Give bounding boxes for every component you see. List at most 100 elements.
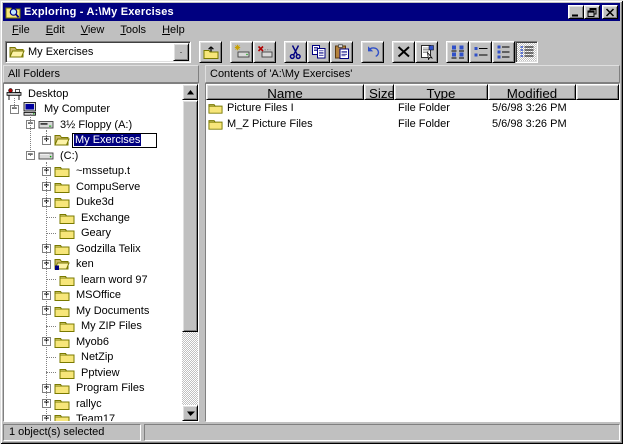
folder-open-icon <box>9 44 25 60</box>
file-modified-cell: 5/6/98 3:26 PM <box>488 118 576 130</box>
file-name-cell: Picture Files I <box>206 101 364 115</box>
address-dropdown-button[interactable] <box>173 43 189 61</box>
window-title: Exploring - A:\My Exercises <box>24 6 565 18</box>
tree-item-label: Pptview <box>79 367 122 379</box>
folder-closed-icon <box>59 365 75 381</box>
tree-item-program-files[interactable]: +Program Files <box>4 381 182 397</box>
tree-scrollbar <box>182 84 198 421</box>
scroll-up-button[interactable] <box>182 84 198 100</box>
menu-file[interactable]: File <box>4 22 38 38</box>
menu-tools[interactable]: Tools <box>112 22 154 38</box>
tree-item-my-documents[interactable]: +My Documents <box>4 303 182 319</box>
tree-item-label: Desktop <box>26 88 70 100</box>
tree-connector <box>46 357 56 358</box>
undo-button[interactable] <box>361 41 384 63</box>
tree-item-compuserve[interactable]: +CompuServe <box>4 179 182 195</box>
properties-button[interactable] <box>415 41 438 63</box>
tree-item-netzip[interactable]: NetZip <box>4 350 182 366</box>
file-modified-cell: 5/6/98 3:26 PM <box>488 102 576 114</box>
status-bar: 1 object(s) selected <box>3 424 620 441</box>
tree-item-label: Godzilla Telix <box>74 243 143 255</box>
tree-item-myob6[interactable]: +Myob6 <box>4 334 182 350</box>
file-list: NameSizeTypeModified Picture Files IFile… <box>205 83 620 422</box>
column-header-empty[interactable] <box>576 84 619 100</box>
restore-button[interactable] <box>584 5 600 19</box>
rename-edit-field[interactable]: My Exercises <box>72 133 157 148</box>
tree-item-rallyc[interactable]: +rallyc <box>4 396 182 412</box>
tree-item-geary[interactable]: Geary <box>4 226 182 242</box>
drive-connect-icon <box>234 44 250 60</box>
tree-item-godzilla-telix[interactable]: +Godzilla Telix <box>4 241 182 257</box>
column-header-modified[interactable]: Modified <box>488 84 576 100</box>
minimize-button[interactable] <box>568 5 584 19</box>
map-network-drive-button[interactable] <box>230 41 253 63</box>
tree-item-label: ken <box>74 258 96 270</box>
folder-open-marked-icon <box>54 256 70 272</box>
contents-header: Contents of 'A:\My Exercises' <box>205 65 620 83</box>
tree-item-my-zip-files[interactable]: My ZIP Files <box>4 319 182 335</box>
tree-item-label: rallyc <box>74 398 104 410</box>
view-large-icons-button[interactable] <box>446 41 469 63</box>
disconnect-network-drive-button[interactable] <box>253 41 276 63</box>
close-button[interactable] <box>602 5 618 19</box>
view-details-button[interactable] <box>515 41 538 63</box>
file-name-cell: M_Z Picture Files <box>206 117 364 131</box>
menu-view[interactable]: View <box>73 22 113 38</box>
tree-item-learn-word-97[interactable]: learn word 97 <box>4 272 182 288</box>
tree-item-mssetup-t[interactable]: +~mssetup.t <box>4 164 182 180</box>
scrollbar-track[interactable] <box>182 100 198 405</box>
tree-item-label: MSOffice <box>74 289 123 301</box>
tree-item-pptview[interactable]: Pptview <box>4 365 182 381</box>
tree-item-label: ~mssetup.t <box>74 165 132 177</box>
tree-item-duke3d[interactable]: +Duke3d <box>4 195 182 211</box>
status-pane-secondary <box>144 424 620 441</box>
file-type-cell: File Folder <box>394 118 488 130</box>
tree-connector <box>46 279 56 280</box>
explorer-icon <box>5 4 21 20</box>
tree-item-ken[interactable]: +ken <box>4 257 182 273</box>
status-selected-count: 1 object(s) selected <box>3 424 141 441</box>
tree-item-label: 3½ Floppy (A:) <box>58 119 134 131</box>
tree-view: Desktop−My Computer−3½ Floppy (A:)+My Ex… <box>4 84 182 421</box>
menu-edit[interactable]: Edit <box>38 22 73 38</box>
scrollbar-thumb[interactable] <box>182 100 198 332</box>
folder-closed-icon <box>208 101 223 115</box>
tree-item-label: Myob6 <box>74 336 111 348</box>
cut-button[interactable] <box>284 41 307 63</box>
edit-field-padding <box>141 140 155 141</box>
address-combobox[interactable]: My Exercises <box>5 41 191 63</box>
tree-item-desktop[interactable]: Desktop <box>4 86 182 102</box>
column-header-size[interactable]: Size <box>364 84 394 100</box>
explorer-window: Exploring - A:\My Exercises FileEditView… <box>0 0 623 444</box>
file-row-picture-files-i[interactable]: Picture Files IFile Folder5/6/98 3:26 PM <box>206 100 619 116</box>
tree-item-team17[interactable]: +Team17 <box>4 412 182 422</box>
tree-item-msoffice[interactable]: +MSOffice <box>4 288 182 304</box>
scroll-down-button[interactable] <box>182 405 198 421</box>
up-one-level-button[interactable] <box>199 41 222 63</box>
tree-connector <box>46 217 56 218</box>
column-header-type[interactable]: Type <box>394 84 488 100</box>
paste-button[interactable] <box>330 41 353 63</box>
title-bar: Exploring - A:\My Exercises <box>3 3 620 21</box>
file-name-label: Picture Files I <box>227 102 294 114</box>
view-list-button[interactable] <box>492 41 515 63</box>
tree-item-exchange[interactable]: Exchange <box>4 210 182 226</box>
folder-closed-icon <box>54 396 70 412</box>
file-row-m-z-picture-files[interactable]: M_Z Picture Files File Folder5/6/98 3:26 … <box>206 116 619 132</box>
paste-icon <box>334 44 350 60</box>
tree-connector <box>46 372 56 373</box>
column-header-name[interactable]: Name <box>206 84 364 100</box>
folder-closed-icon <box>54 287 70 303</box>
drive-disconnect-icon <box>257 44 273 60</box>
view-small-icons-button[interactable] <box>469 41 492 63</box>
copy-button[interactable] <box>307 41 330 63</box>
list-icon <box>496 44 512 60</box>
folder-closed-icon <box>59 318 75 334</box>
tree-item-label: Team17 <box>74 413 117 421</box>
copy-icon <box>311 44 327 60</box>
folder-closed-icon <box>54 380 70 396</box>
menu-help[interactable]: Help <box>154 22 193 38</box>
undo-icon <box>365 44 381 60</box>
tree-item-label: My Documents <box>74 305 151 317</box>
delete-button[interactable] <box>392 41 415 63</box>
